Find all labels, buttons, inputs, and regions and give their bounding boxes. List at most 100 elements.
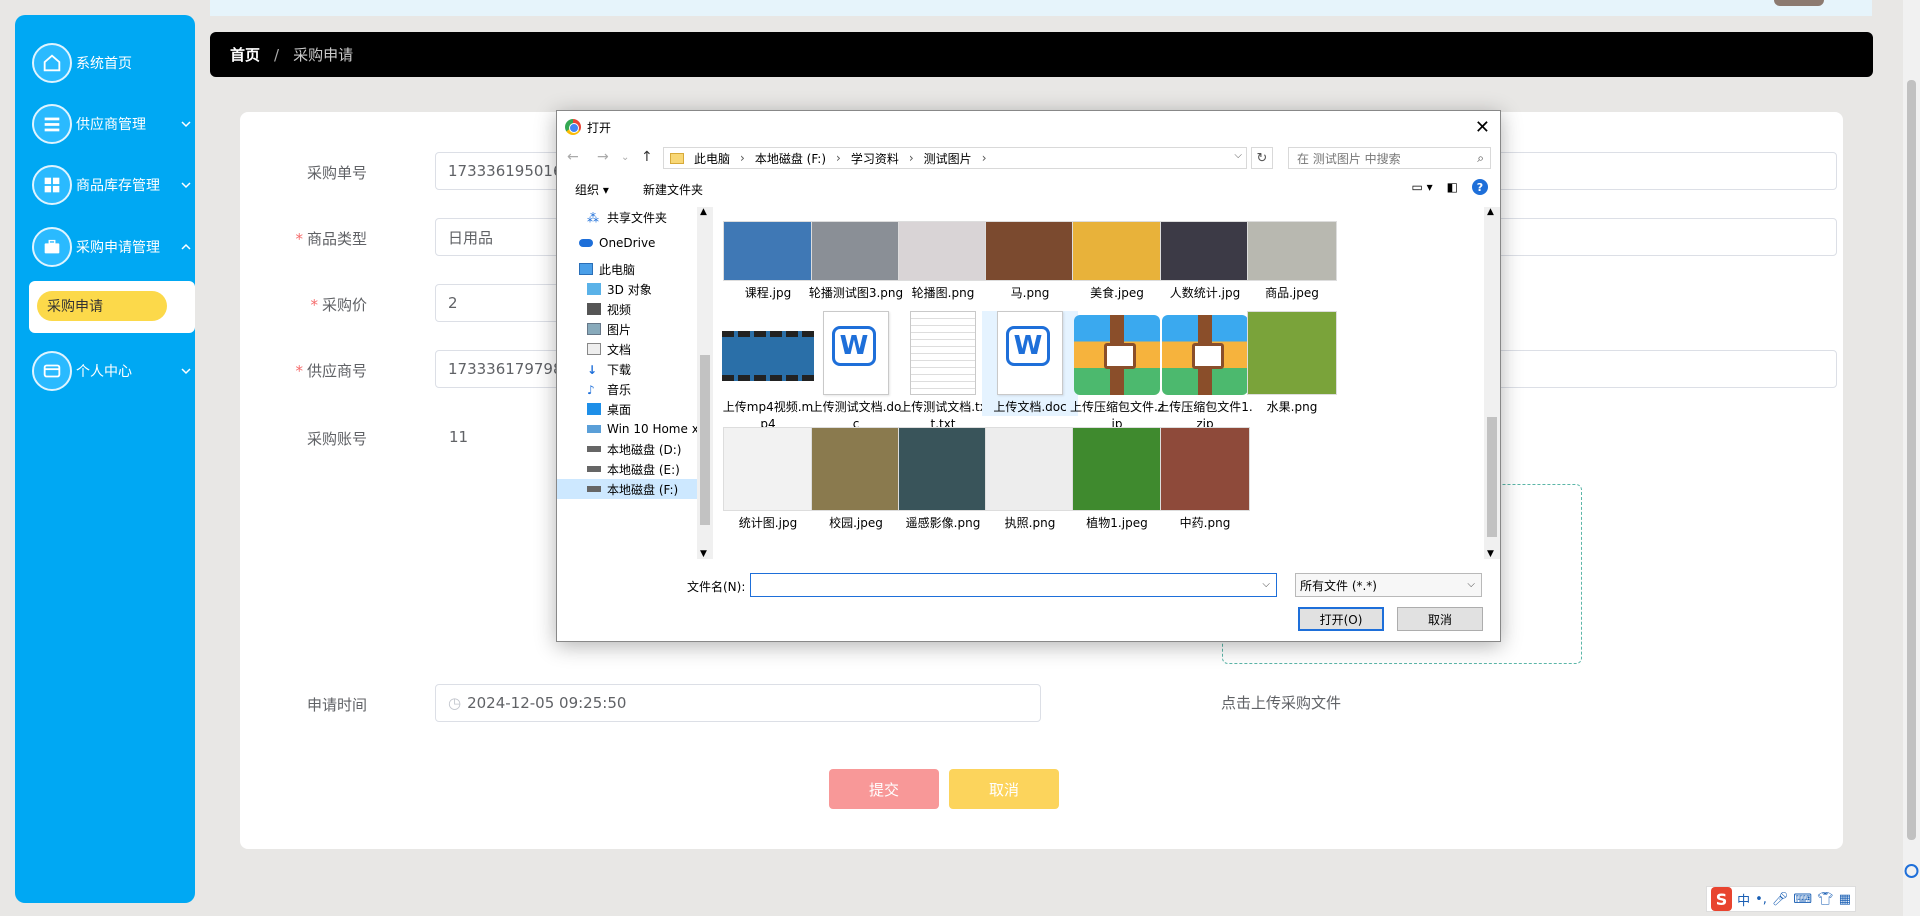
- refresh-icon[interactable]: ↻: [1251, 147, 1273, 169]
- file-thumbnail: [722, 427, 814, 511]
- sidebar-item-suppliers[interactable]: 供应商管理: [32, 102, 192, 146]
- nav-item-desktop[interactable]: 桌面: [587, 399, 631, 419]
- scroll-down-icon[interactable]: ▼: [700, 549, 707, 559]
- file-item[interactable]: 马.png: [982, 207, 1078, 302]
- path-segment[interactable]: 测试图片: [924, 150, 972, 167]
- nav-item-3d[interactable]: 3D 对象: [587, 279, 652, 299]
- page-scrollbar[interactable]: [1903, 0, 1920, 916]
- file-item[interactable]: W 上传文档.doc: [982, 311, 1078, 416]
- scroll-up-icon[interactable]: ▲: [1487, 207, 1494, 217]
- ime-toolbar[interactable]: S 中 •, 🎤︎ ⌨ 👕︎ ▦: [1706, 886, 1856, 912]
- file-item[interactable]: 统计图.jpg: [720, 427, 816, 532]
- forward-arrow-icon[interactable]: →: [597, 149, 609, 165]
- ime-punctuation[interactable]: •,: [1755, 892, 1767, 907]
- file-item[interactable]: 上传压缩包文件1.zip: [1157, 311, 1253, 433]
- sidebar-item-profile[interactable]: 个人中心: [32, 349, 192, 393]
- nav-item-pictures[interactable]: 图片: [587, 319, 631, 339]
- nav-item-documents[interactable]: 文档: [587, 339, 631, 359]
- file-thumbnail: W: [810, 311, 902, 395]
- nav-item-shared[interactable]: ⁂ 共享文件夹: [587, 207, 667, 227]
- nav-item-music[interactable]: ♪ 音乐: [587, 379, 631, 399]
- path-segment[interactable]: 此电脑: [694, 150, 730, 167]
- file-item[interactable]: 中药.png: [1157, 427, 1253, 532]
- file-list-scrollbar-thumb[interactable]: [1487, 417, 1497, 537]
- chevron-down-icon[interactable]: ⌵: [1234, 150, 1242, 161]
- nav-pane-scrollbar[interactable]: ▲ ▼: [697, 207, 713, 559]
- microphone-icon[interactable]: 🎤︎: [1772, 892, 1789, 907]
- breadcrumb-separator: /: [274, 45, 280, 64]
- view-options-icon[interactable]: ▭ ▾: [1411, 180, 1432, 194]
- scroll-up-icon[interactable]: ▲: [700, 207, 707, 217]
- file-item[interactable]: W 上传测试文档.doc: [808, 311, 904, 433]
- nav-item-this-pc[interactable]: 此电脑: [579, 259, 635, 279]
- up-arrow-icon[interactable]: ↑: [641, 149, 653, 165]
- help-icon[interactable]: ?: [1472, 179, 1488, 195]
- file-item[interactable]: 轮播图.png: [895, 207, 991, 302]
- nav-item-onedrive[interactable]: OneDrive: [579, 233, 655, 253]
- time-field[interactable]: ◷ 2024-12-05 09:25:50: [435, 684, 1041, 722]
- skin-icon[interactable]: 👕︎: [1817, 892, 1834, 907]
- new-folder-button[interactable]: 新建文件夹: [643, 181, 703, 198]
- nav-item-drive-f[interactable]: 本地磁盘 (F:): [557, 479, 697, 499]
- keyboard-icon[interactable]: ⌨: [1793, 892, 1812, 907]
- recent-dropdown-icon[interactable]: ⌄: [621, 152, 629, 163]
- sidebar-item-inventory[interactable]: 商品库存管理: [32, 163, 192, 207]
- search-input[interactable]: 在 测试图片 中搜索 ⌕: [1288, 147, 1491, 169]
- submit-button[interactable]: 提交: [829, 769, 939, 809]
- file-item[interactable]: 植物1.jpeg: [1069, 427, 1165, 532]
- file-list-scrollbar[interactable]: ▲ ▼: [1484, 207, 1500, 559]
- file-item[interactable]: 上传mp4视频.mp4: [720, 311, 816, 433]
- image-thumbnail: [1072, 427, 1162, 511]
- file-item[interactable]: 课程.jpg: [720, 207, 816, 302]
- filename-input[interactable]: ⌵: [750, 573, 1277, 597]
- open-button[interactable]: 打开(O): [1298, 607, 1384, 631]
- chevron-down-icon[interactable]: ⌵: [1262, 579, 1270, 590]
- sidebar-item-purchase-request[interactable]: 采购申请: [37, 291, 167, 321]
- file-item[interactable]: 上传测试文档.txt.txt: [895, 311, 991, 433]
- toolbox-icon[interactable]: ▦: [1839, 892, 1851, 907]
- sogou-logo-icon[interactable]: S: [1711, 887, 1733, 911]
- file-item[interactable]: 人数统计.jpg: [1157, 207, 1253, 302]
- file-item[interactable]: 执照.png: [982, 427, 1078, 532]
- file-item[interactable]: 水果.png: [1244, 311, 1340, 416]
- page-scrollbar-thumb[interactable]: [1907, 80, 1916, 840]
- path-chevron-icon: ›: [836, 151, 841, 165]
- avatar[interactable]: [1774, 0, 1824, 6]
- nav-item-videos[interactable]: 视频: [587, 299, 631, 319]
- close-icon[interactable]: ✕: [1475, 117, 1490, 138]
- file-item[interactable]: 美食.jpeg: [1069, 207, 1165, 302]
- nav-pane-scrollbar-thumb[interactable]: [700, 355, 710, 525]
- ime-mode[interactable]: 中: [1737, 890, 1750, 909]
- path-segment[interactable]: 本地磁盘 (F:): [755, 150, 826, 167]
- file-item[interactable]: 商品.jpeg: [1244, 207, 1340, 302]
- sidebar-item-home[interactable]: 系统首页: [32, 41, 192, 85]
- sidebar-item-purchase[interactable]: 采购申请管理: [32, 225, 192, 269]
- cancel-button[interactable]: 取消: [949, 769, 1059, 809]
- navigation-pane: ⁂ 共享文件夹 OneDrive 此电脑 3D 对象 视频 图片 文档 ↓ 下载 ♪…: [557, 207, 713, 559]
- file-name: 上传文档.doc: [993, 400, 1067, 414]
- nav-item-drive-e[interactable]: 本地磁盘 (E:): [587, 459, 680, 479]
- back-arrow-icon[interactable]: ←: [567, 149, 579, 165]
- preview-pane-icon[interactable]: ◧: [1447, 180, 1458, 194]
- file-item[interactable]: 校园.jpeg: [808, 427, 904, 532]
- filetype-select[interactable]: 所有文件 (*.*) ⌵: [1295, 573, 1482, 597]
- file-thumbnail: [1159, 427, 1251, 511]
- nav-item-win10[interactable]: Win 10 Home x: [587, 419, 699, 439]
- nav-item-drive-d[interactable]: 本地磁盘 (D:): [587, 439, 681, 459]
- file-name: 执照.png: [1004, 516, 1056, 530]
- scroll-down-icon[interactable]: ▼: [1487, 549, 1494, 559]
- breadcrumb-home[interactable]: 首页: [230, 44, 260, 65]
- file-list: 课程.jpg 轮播测试图3.png 轮播图.png 马.png 美食.jpeg 人数统计.…: [714, 207, 1484, 559]
- file-item[interactable]: 轮播测试图3.png: [808, 207, 904, 302]
- chevron-down-icon: [181, 182, 191, 189]
- file-item[interactable]: 遥感影像.png: [895, 427, 991, 532]
- nav-item-downloads[interactable]: ↓ 下载: [587, 359, 631, 379]
- dialog-cancel-button[interactable]: 取消: [1397, 607, 1483, 631]
- sidebar-item-label: 供应商管理: [76, 117, 146, 133]
- organize-button[interactable]: 组织 ▾: [575, 181, 609, 198]
- path-segment[interactable]: 学习资料: [851, 150, 899, 167]
- address-bar[interactable]: 此电脑 › 本地磁盘 (F:) › 学习资料 › 测试图片 › ⌵: [663, 147, 1247, 169]
- onedrive-icon: [579, 239, 593, 247]
- file-name: 商品.jpeg: [1265, 286, 1319, 300]
- file-item[interactable]: 上传压缩包文件.zip: [1069, 311, 1165, 433]
